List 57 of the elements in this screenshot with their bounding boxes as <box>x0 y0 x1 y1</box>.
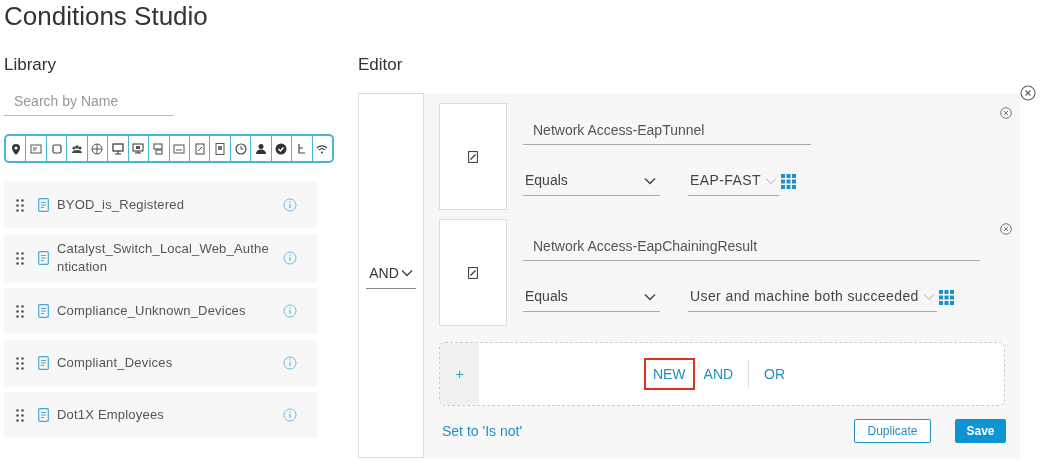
library-item[interactable]: Catalyst_Switch_Local_Web_Authentication <box>4 234 317 282</box>
chevron-down-icon <box>644 176 656 185</box>
add-new-button[interactable]: NEW <box>643 358 695 390</box>
operator-dropdown[interactable]: AND <box>366 262 416 289</box>
add-or-button[interactable]: OR <box>755 358 795 390</box>
library-item[interactable]: BYOD_is_Registered <box>4 182 317 228</box>
drag-handle-icon[interactable] <box>16 356 24 370</box>
item-name: Compliant_Devices <box>57 354 174 372</box>
operator-dropdown[interactable]: Equals <box>523 282 660 312</box>
tablet-icon[interactable] <box>213 141 228 156</box>
checkmark-icon[interactable] <box>274 141 289 156</box>
drag-handle-icon[interactable] <box>16 251 24 265</box>
clock-icon[interactable] <box>233 141 248 156</box>
drag-handle-icon[interactable] <box>16 408 24 422</box>
grid-icon[interactable] <box>938 289 954 305</box>
globe-icon[interactable] <box>90 141 105 156</box>
document-icon <box>38 408 49 422</box>
user-icon[interactable] <box>253 141 268 156</box>
chevron-down-icon <box>644 292 656 301</box>
square-icon[interactable] <box>49 141 64 156</box>
operator-dropdown[interactable]: Equals <box>523 166 660 196</box>
library-item[interactable]: Compliance_Unknown_Devices <box>4 288 317 334</box>
attribute-field[interactable]: Network Access-EapChainingResult <box>523 233 980 261</box>
add-and-button[interactable]: AND <box>694 358 743 390</box>
duplicate-button[interactable]: Duplicate <box>854 419 931 443</box>
close-icon[interactable] <box>1020 85 1036 101</box>
document-icon[interactable] <box>192 141 207 156</box>
monitor-icon[interactable] <box>110 141 125 156</box>
library-item[interactable]: Compliant_Devices <box>4 340 317 386</box>
chevron-down-icon <box>764 176 777 185</box>
item-name: Catalyst_Switch_Local_Web_Authentication <box>57 240 269 276</box>
value-dropdown[interactable]: User and machine both succeeded <box>688 282 937 312</box>
document-icon <box>38 356 49 370</box>
search-field[interactable]: Search by Name <box>4 86 174 116</box>
item-name: Compliance_Unknown_Devices <box>57 302 247 320</box>
document-icon <box>38 251 49 265</box>
attribute-field[interactable]: Network Access-EapTunnel <box>523 117 811 145</box>
item-name: BYOD_is_Registered <box>57 196 186 214</box>
drag-handle-icon[interactable] <box>16 198 24 212</box>
chat-icon[interactable] <box>151 141 166 156</box>
close-icon[interactable] <box>1000 107 1012 119</box>
value-dropdown[interactable]: EAP-FAST <box>688 166 779 196</box>
drag-handle-icon[interactable] <box>16 304 24 318</box>
page-title: Conditions Studio <box>4 0 208 32</box>
document-icon <box>38 304 49 318</box>
document-icon <box>38 198 49 212</box>
library-item[interactable]: Dot1X Employees <box>4 392 317 438</box>
section-heading: Library <box>4 54 56 76</box>
chevron-down-icon <box>922 292 935 301</box>
item-name: Dot1X Employees <box>57 406 166 424</box>
close-icon[interactable] <box>1000 223 1012 235</box>
document-icon <box>468 150 478 163</box>
section-heading: Editor <box>358 54 403 76</box>
grid-icon[interactable] <box>780 173 796 189</box>
document-icon <box>468 266 478 279</box>
monitor-icon[interactable] <box>131 141 146 156</box>
chevron-down-icon <box>400 269 413 277</box>
